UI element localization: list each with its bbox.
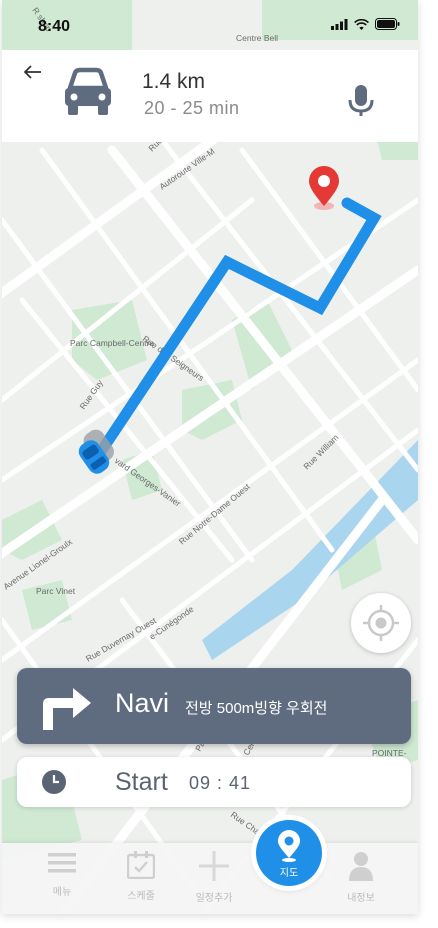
back-arrow-icon <box>23 65 41 79</box>
turn-right-icon <box>43 688 91 730</box>
tab-schedule[interactable]: 스케줄 <box>106 851 176 902</box>
clock-icon <box>42 770 66 794</box>
status-icons <box>331 18 400 30</box>
microphone-icon[interactable] <box>348 84 374 118</box>
tab-my-info-label: 내정보 <box>347 893 375 904</box>
tab-map[interactable]: 지도 <box>256 820 322 886</box>
status-time: 8:40 <box>38 18 71 35</box>
tab-map-label: 지도 <box>279 868 299 879</box>
crosshair-icon <box>363 605 399 641</box>
car-icon <box>65 67 111 115</box>
calendar-icon <box>126 851 156 880</box>
navi-instruction: 전방 500m빙향 우회전 <box>185 700 328 717</box>
map-label-parc-vinet: Parc Vinet <box>36 586 76 596</box>
back-button[interactable] <box>23 62 42 85</box>
start-time: 09 : 41 <box>189 773 252 793</box>
bottom-tab-bar: 메뉴 스케줄 일정추가 내정보 <box>2 843 418 914</box>
route-duration: 20 - 25 min <box>144 98 240 118</box>
wifi-icon <box>354 18 369 30</box>
tab-menu[interactable]: 메뉴 <box>27 851 97 898</box>
tab-add-schedule-label: 일정추가 <box>195 893 233 904</box>
tab-schedule-label: 스케줄 <box>127 891 155 902</box>
menu-icon <box>48 853 76 873</box>
tab-add-schedule[interactable]: 일정추가 <box>179 851 249 904</box>
route-distance: 1.4 km <box>142 70 206 93</box>
person-icon <box>349 852 373 881</box>
map-pin-icon <box>278 830 300 862</box>
signal-icon <box>331 18 348 30</box>
navi-label: Navi <box>115 688 170 718</box>
tab-menu-label: 메뉴 <box>52 887 72 898</box>
battery-icon <box>375 18 400 30</box>
start-label: Start <box>115 768 168 796</box>
tab-my-info[interactable]: 내정보 <box>326 851 396 904</box>
route-summary-header: 1.4 km 20 - 25 min <box>2 50 418 142</box>
status-bar: 8:40 <box>2 0 418 46</box>
plus-icon <box>199 851 229 881</box>
my-location-button[interactable] <box>351 593 411 653</box>
phone-screen: Centre Bell Autoroute Ville-M Parc Campb… <box>2 0 418 914</box>
start-time-card[interactable]: Start 09 : 41 <box>17 757 411 807</box>
navigation-instruction-card[interactable]: Navi 전방 500m빙향 우회전 <box>17 668 411 744</box>
